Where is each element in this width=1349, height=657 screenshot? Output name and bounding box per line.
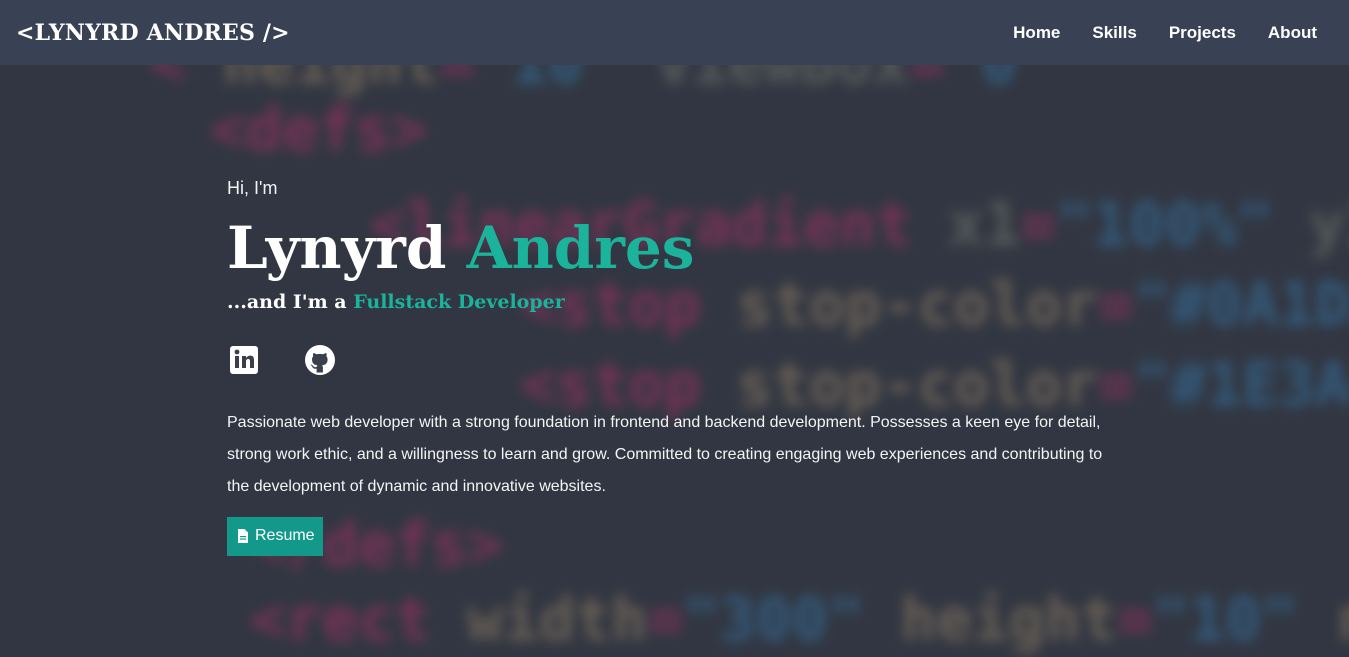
resume-button[interactable]: Resume — [227, 516, 323, 556]
role-line: ...and I'm a Fullstack Developer — [227, 291, 1127, 313]
bio-text: Passionate web developer with a strong f… — [227, 413, 1103, 495]
linkedin-icon[interactable] — [227, 343, 261, 377]
brand-logo[interactable]: <LYNYRD ANDRES /> — [16, 20, 290, 46]
nav-links: Home Skills Projects About — [1013, 23, 1333, 43]
nav-link-about[interactable]: About — [1268, 23, 1317, 43]
resume-label: Resume — [255, 527, 315, 545]
role-prefix: ...and I'm a — [227, 290, 347, 313]
social-links — [227, 343, 1127, 377]
last-name: Andres — [466, 214, 695, 282]
github-link[interactable] — [303, 343, 337, 377]
nav-link-projects[interactable]: Projects — [1169, 23, 1236, 43]
document-icon — [238, 529, 248, 544]
first-name: Lynyrd — [227, 214, 447, 282]
hero-section: Hi, I'm Lynyrd Andres ...and I'm a Fulls… — [227, 178, 1127, 556]
github-icon[interactable] — [303, 343, 337, 377]
greeting-text: Hi, I'm — [227, 178, 278, 198]
role-title: Fullstack Developer — [353, 290, 565, 313]
nav-link-home[interactable]: Home — [1013, 23, 1060, 43]
linkedin-link[interactable] — [227, 343, 261, 377]
navbar: <LYNYRD ANDRES /> Home Skills Projects A… — [0, 0, 1349, 65]
nav-link-skills[interactable]: Skills — [1092, 23, 1136, 43]
hero-name: Lynyrd Andres — [227, 214, 1127, 282]
